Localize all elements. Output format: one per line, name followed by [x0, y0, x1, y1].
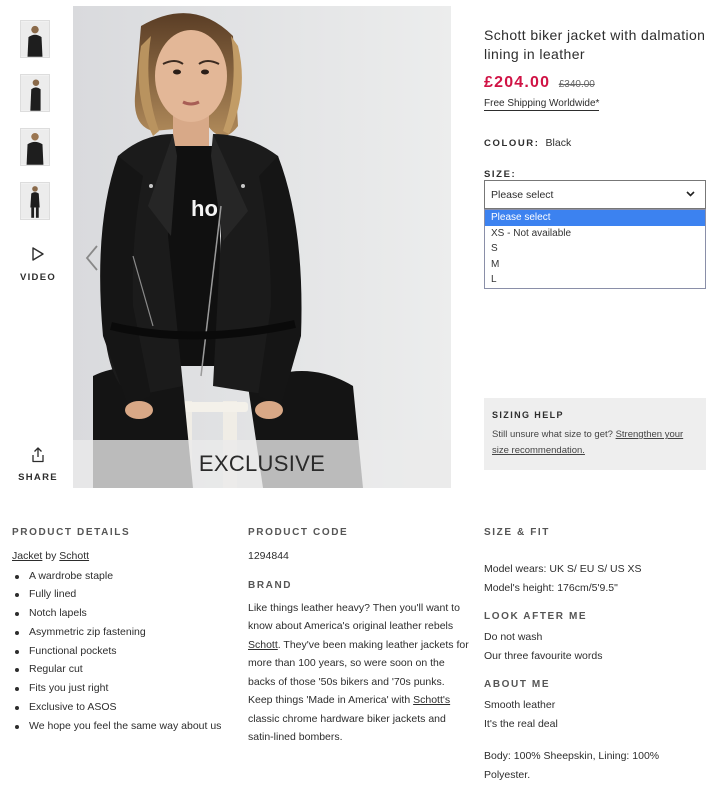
schotts-link[interactable]: Schott's — [413, 694, 450, 706]
model-height: Model's height: 176cm/5'9.5" — [484, 581, 618, 594]
thumbnail-4-image — [21, 183, 49, 219]
list-item: Regular cut — [12, 660, 237, 679]
about-line-2: It's the real deal — [484, 717, 558, 730]
jacket-link[interactable]: Jacket — [12, 550, 42, 562]
feature-list: A wardrobe staple Fully lined Notch lape… — [12, 567, 237, 736]
chevron-down-icon — [686, 191, 695, 197]
product-info: Schott biker jacket with dalmation linin… — [484, 26, 706, 289]
list-item: A wardrobe staple — [12, 567, 237, 586]
product-title: Schott biker jacket with dalmation linin… — [484, 27, 706, 62]
share-button[interactable]: SHARE — [18, 447, 58, 483]
brand-text-3: classic chrome hardware biker jackets an… — [248, 712, 446, 744]
schott-link[interactable]: Schott — [248, 639, 278, 651]
size-option-please-select[interactable]: Please select — [485, 210, 705, 226]
colour-label: COLOUR: — [484, 138, 540, 149]
sizing-help-panel: SIZING HELP Still unsure what size to ge… — [484, 398, 706, 470]
share-label: SHARE — [18, 472, 58, 483]
chevron-right-icon[interactable] — [423, 32, 451, 60]
list-item: Notch lapels — [12, 604, 237, 623]
chevron-left-icon[interactable] — [83, 244, 101, 272]
size-option-m[interactable]: M — [485, 257, 705, 273]
product-type-line: Jacket by Schott — [12, 547, 237, 566]
list-item: Fully lined — [12, 585, 237, 604]
composition: Body: 100% Sheepskin, Lining: 100% Polye… — [484, 750, 660, 781]
size-option-s[interactable]: S — [485, 241, 705, 257]
main-product-image[interactable]: ho EXCLUSIVE — [73, 6, 451, 488]
play-icon — [32, 247, 44, 261]
current-price: £204.00 — [484, 74, 551, 91]
code-brand-section: PRODUCT CODE 1294844 BRAND Like things l… — [248, 527, 473, 747]
thumbnail-4[interactable] — [20, 182, 50, 220]
thumbnail-1[interactable] — [20, 20, 50, 58]
size-option-l[interactable]: L — [485, 272, 705, 288]
product-code-heading: PRODUCT CODE — [248, 527, 349, 538]
by-text: by — [45, 550, 57, 562]
list-item: Functional pockets — [12, 642, 237, 661]
care-line-1: Do not wash — [484, 631, 543, 643]
care-line-2: Our three favourite words — [484, 649, 603, 662]
size-label: SIZE: — [484, 169, 517, 180]
sizing-help-question: Still unsure what size to get? — [492, 429, 613, 440]
product-code-value: 1294844 — [248, 550, 289, 562]
video-button[interactable]: VIDEO — [18, 247, 58, 283]
schott-brand-link[interactable]: Schott — [59, 550, 89, 562]
size-care-section: SIZE & FIT Model wears: UK S/ EU S/ US X… — [484, 527, 710, 784]
thumbnail-1-image — [21, 21, 49, 57]
about-line-1: Smooth leather — [484, 699, 556, 711]
product-details-heading: PRODUCT DETAILS — [12, 527, 131, 538]
model-photo: ho — [73, 6, 451, 488]
list-item: We hope you feel the same way about us — [12, 717, 237, 736]
sizing-help-text: Still unsure what size to get? Strengthe… — [492, 427, 698, 459]
product-details-section: PRODUCT DETAILS Jacket by Schott A wardr… — [12, 527, 237, 736]
look-after-heading: LOOK AFTER ME — [484, 611, 588, 622]
thumbnail-3-image — [21, 129, 49, 165]
thumbnail-list — [20, 20, 52, 236]
size-select[interactable]: Please select — [484, 180, 706, 209]
exclusive-banner: EXCLUSIVE — [73, 440, 451, 488]
brand-heading: BRAND — [248, 579, 293, 591]
list-item: Exclusive to ASOS — [12, 698, 237, 717]
colour-value: Black — [545, 137, 572, 149]
size-option-xs[interactable]: XS - Not available — [485, 226, 705, 242]
tshirt-print: ho — [191, 196, 218, 221]
video-label: VIDEO — [19, 272, 57, 283]
share-icon — [32, 447, 44, 463]
previous-price: £340.00 — [558, 79, 595, 90]
list-item: Fits you just right — [12, 679, 237, 698]
free-shipping-link[interactable]: Free Shipping Worldwide* — [484, 98, 600, 111]
exclusive-text: EXCLUSIVE — [198, 451, 326, 476]
size-select-value: Please select — [491, 189, 554, 201]
brand-text-1: Like things leather heavy? Then you'll w… — [248, 601, 460, 633]
thumbnail-2-image — [21, 75, 49, 111]
thumbnail-2[interactable] — [20, 74, 50, 112]
thumbnail-3[interactable] — [20, 128, 50, 166]
size-fit-heading: SIZE & FIT — [484, 527, 550, 538]
colour-row: COLOUR: Black — [484, 137, 706, 149]
brand-description: Like things leather heavy? Then you'll w… — [248, 599, 470, 747]
price-row: £204.00 £340.00 — [484, 74, 706, 92]
size-options-list: Please select XS - Not available S M L — [484, 209, 706, 289]
about-me-heading: ABOUT ME — [484, 679, 551, 690]
model-wears: Model wears: UK S/ EU S/ US XS — [484, 563, 642, 575]
list-item: Asymmetric zip fastening — [12, 623, 237, 642]
sizing-help-heading: SIZING HELP — [492, 410, 564, 420]
